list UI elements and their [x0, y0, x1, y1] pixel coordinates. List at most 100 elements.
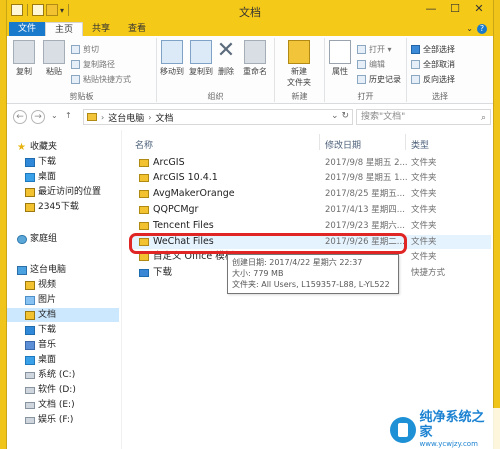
nav-item-2345-downloads[interactable]: 2345下载 — [25, 200, 79, 214]
paste-shortcut-button[interactable]: 粘贴快捷方式 — [71, 74, 131, 85]
download-shortcut-icon — [139, 269, 149, 277]
file-row[interactable]: ArcGIS 10.4.1 2017/9/8 星期五 1... 文件夹 — [131, 171, 491, 185]
drive-icon — [25, 386, 35, 394]
help-icon[interactable]: ? — [477, 24, 487, 34]
file-date: 2017/8/25 星期五... — [325, 189, 405, 199]
search-input[interactable]: 搜索"文档" ⌕ — [356, 109, 491, 125]
file-date: 2017/9/8 星期五 1... — [325, 173, 408, 183]
nav-homegroup-label: 家庭组 — [30, 234, 58, 244]
cut-button[interactable]: 剪切 — [71, 44, 99, 55]
nav-this-pc[interactable]: 这台电脑 — [17, 263, 66, 277]
breadcrumb-documents[interactable]: 文档 — [155, 111, 173, 124]
file-row[interactable]: Tencent Files 2017/9/23 星期六... 文件夹 — [131, 219, 491, 233]
edit-button[interactable]: 编辑 — [357, 59, 385, 70]
folder-icon — [139, 253, 149, 261]
nav-item-drive-d[interactable]: 软件 (D:) — [25, 383, 76, 397]
file-row[interactable]: ArcGIS 2017/9/8 星期五 2... 文件夹 — [131, 156, 491, 170]
address-dropdown-refresh-icon[interactable]: ⌄ ↻ — [331, 111, 349, 121]
nav-this-pc-label: 这台电脑 — [30, 265, 67, 275]
title-bar: ▾ 文档 — ☐ ✕ — [7, 0, 493, 22]
forward-button[interactable]: → — [31, 110, 45, 124]
column-divider[interactable] — [319, 134, 320, 150]
minimize-button[interactable]: — — [419, 0, 443, 18]
breadcrumb-this-pc[interactable]: 这台电脑 — [108, 111, 144, 124]
copy-to-icon — [190, 40, 212, 64]
history-icon — [357, 75, 366, 84]
properties-button[interactable]: 属性 — [325, 40, 355, 77]
nav-item-pictures[interactable]: 图片 — [25, 293, 56, 307]
homegroup-icon — [17, 234, 27, 244]
nav-item-downloads-pc[interactable]: 下载 — [25, 323, 56, 337]
nav-item-videos[interactable]: 视频 — [25, 278, 56, 292]
file-row[interactable]: AvgMakerOrange 2017/8/25 星期五... 文件夹 — [131, 187, 491, 201]
copy-button[interactable]: 复制 — [9, 40, 39, 77]
column-header-date[interactable]: 修改日期 — [325, 138, 361, 151]
navigation-pane: ★ 收藏夹 下载 桌面 最近访问的位置 2345下载 家庭组 这台电脑 视频 图… — [7, 130, 119, 449]
nav-item-drive-e[interactable]: 文档 (E:) — [25, 398, 75, 412]
history-label: 历史记录 — [369, 75, 401, 84]
close-button[interactable]: ✕ — [467, 0, 491, 18]
drive-icon — [25, 401, 35, 409]
nav-item-drive-f[interactable]: 娱乐 (F:) — [25, 413, 73, 427]
up-button[interactable]: ↑ — [65, 111, 72, 120]
file-row[interactable]: QQPCMgr 2017/4/13 星期四... 文件夹 — [131, 203, 491, 217]
new-folder-button[interactable]: 新建 文件夹 — [277, 40, 321, 88]
tooltip-folders: 文件夹: All Users, L159357-L88, L-YL522 — [232, 280, 390, 289]
drive-icon — [25, 416, 35, 424]
folder-icon — [139, 206, 149, 214]
scissors-icon — [71, 45, 80, 54]
select-none-button[interactable]: 全部取消 — [411, 59, 455, 70]
file-type: 文件夹 — [411, 205, 437, 215]
tab-home[interactable]: 主页 — [45, 22, 84, 36]
file-name: ArcGIS — [153, 157, 185, 168]
nav-item-desktop-pc[interactable]: 桌面 — [25, 353, 56, 367]
select-all-button[interactable]: 全部选择 — [411, 44, 455, 55]
file-type: 文件夹 — [411, 189, 437, 199]
paste-button[interactable]: 粘贴 — [39, 40, 69, 77]
tab-file[interactable]: 文件 — [9, 22, 46, 36]
open-button[interactable]: 打开 ▾ — [357, 44, 392, 55]
column-header-name[interactable]: 名称 — [135, 138, 153, 151]
navigation-bar: ← → ⌄ ↑ › 这台电脑 › 文档 ⌄ ↻ 搜索"文档" ⌕ — [7, 106, 493, 128]
nav-item-recent[interactable]: 最近访问的位置 — [25, 185, 101, 199]
folder-icon — [87, 113, 97, 121]
maximize-button[interactable]: ☐ — [443, 0, 467, 18]
open-group-label: 打开 — [357, 92, 374, 101]
column-divider[interactable] — [405, 134, 406, 150]
nav-favorites[interactable]: ★ 收藏夹 — [17, 140, 57, 154]
back-button[interactable]: ← — [13, 110, 27, 124]
pane-divider[interactable] — [121, 130, 122, 449]
nav-item-drive-c[interactable]: 系统 (C:) — [25, 368, 75, 382]
nav-item-documents[interactable]: 文档 — [7, 308, 119, 322]
nav-item-label: 系统 (C:) — [38, 370, 76, 380]
nav-homegroup[interactable]: 家庭组 — [17, 232, 57, 246]
rename-button[interactable]: 重命名 — [237, 40, 273, 77]
cut-label: 剪切 — [83, 45, 99, 54]
highlight-annotation — [129, 233, 407, 254]
pictures-icon — [25, 295, 35, 305]
tab-view[interactable]: 查看 — [119, 22, 155, 36]
file-date: 2017/4/13 星期四... — [325, 205, 405, 215]
folder-icon — [25, 202, 35, 212]
recent-locations-chevron-icon[interactable]: ⌄ — [51, 111, 58, 120]
collapse-ribbon-icon[interactable]: ⌄ — [466, 24, 473, 33]
explorer-window: ▾ 文档 — ☐ ✕ 文件 主页 共享 查看 ⌄ ? 复制 粘贴 剪切 复制路径… — [6, 0, 494, 449]
copy-label: 复制 — [16, 67, 32, 76]
videos-icon — [25, 280, 35, 290]
column-header-type[interactable]: 类型 — [411, 138, 429, 151]
organize-group-label: 组织 — [207, 92, 224, 101]
select-group: 全部选择 全部取消 反向选择 选择 — [407, 38, 473, 102]
clipboard-group-label: 剪贴板 — [69, 92, 94, 101]
address-bar[interactable]: › 这台电脑 › 文档 ⌄ ↻ — [83, 109, 353, 125]
file-type: 文件夹 — [411, 158, 437, 168]
nav-item-music[interactable]: 音乐 — [25, 338, 56, 352]
tooltip-size: 大小: 779 MB — [232, 269, 284, 278]
history-button[interactable]: 历史记录 — [357, 74, 401, 85]
copy-path-button[interactable]: 复制路径 — [71, 59, 115, 70]
file-name: ArcGIS 10.4.1 — [153, 172, 218, 183]
tooltip-created: 创建日期: 2017/4/22 星期六 22:37 — [232, 258, 363, 267]
nav-item-downloads[interactable]: 下载 — [25, 155, 56, 169]
nav-item-desktop[interactable]: 桌面 — [25, 170, 56, 184]
tab-share[interactable]: 共享 — [83, 22, 119, 36]
invert-selection-button[interactable]: 反向选择 — [411, 74, 455, 85]
